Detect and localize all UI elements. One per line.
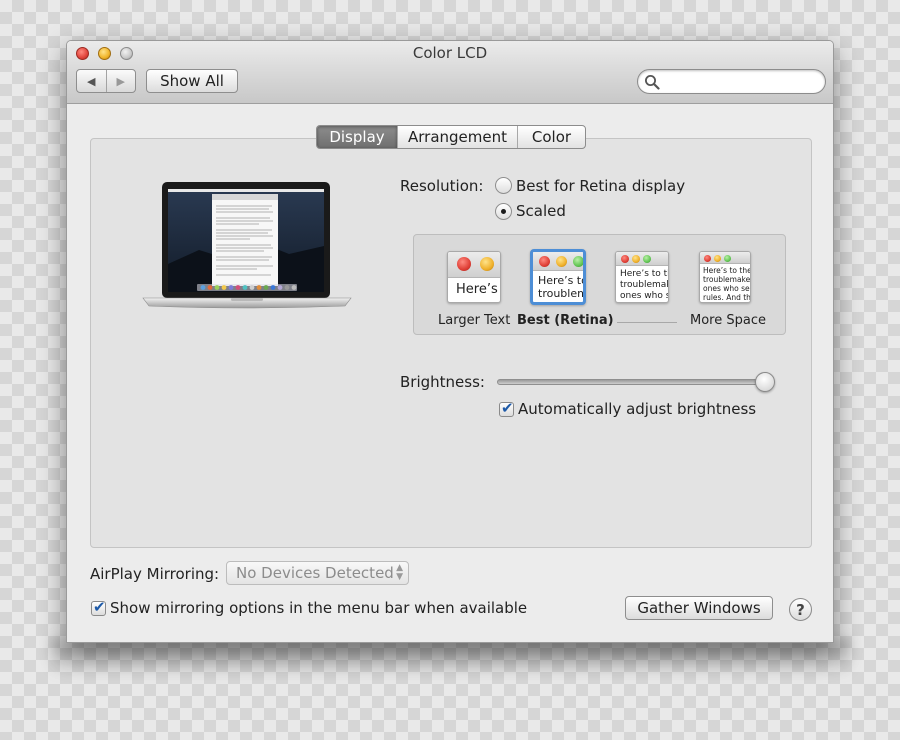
scaled-option-medium[interactable]: Here’s to th troublemak ones who s <box>615 251 669 303</box>
auto-brightness-label[interactable]: Automatically adjust brightness <box>518 400 756 418</box>
radio-best-for-retina[interactable] <box>495 177 512 194</box>
airplay-device-value: No Devices Detected <box>236 564 394 582</box>
popup-arrows-icon: ▲ ▼ <box>396 563 403 582</box>
show-mirroring-label[interactable]: Show mirroring options in the menu bar w… <box>110 599 527 617</box>
help-button[interactable]: ? <box>789 598 812 621</box>
preview-more-space: Here’s to the c troublemakers. ones who … <box>703 266 751 302</box>
scaled-label-more-space: More Space <box>690 313 766 328</box>
preview-best-retina: Here’s to troublem <box>538 274 586 300</box>
radio-scaled[interactable] <box>495 203 512 220</box>
preview-medium: Here’s to th troublemak ones who s <box>620 269 669 301</box>
brightness-slider-knob[interactable] <box>755 372 775 392</box>
window-shadow <box>52 640 850 676</box>
airplay-mirroring-label: AirPlay Mirroring: <box>90 565 220 583</box>
show-mirroring-checkbox[interactable] <box>91 598 106 616</box>
tab-display[interactable]: Display <box>317 126 397 148</box>
auto-brightness-checkbox[interactable] <box>499 399 514 417</box>
scaled-option-larger-text[interactable]: Here’s <box>447 251 501 303</box>
resolution-label: Resolution: <box>400 177 484 195</box>
scaled-label-best-retina: Best (Retina) <box>517 313 614 328</box>
preview-larger-text: Here’s <box>456 282 498 297</box>
tab-color[interactable]: Color <box>517 126 585 148</box>
system-preferences-window: Color LCD ◀ ▶ Show All Display Arrangeme… <box>66 40 834 643</box>
scaled-resolution-chooser: Here’s Larger Text Here’s to troublem Be… <box>413 234 786 335</box>
scaled-option-more-space[interactable]: Here’s to the c troublemakers. ones who … <box>699 251 751 303</box>
title-bar[interactable]: Color LCD ◀ ▶ Show All <box>67 41 833 104</box>
scale-divider <box>617 322 677 323</box>
scaled-label-larger-text: Larger Text <box>438 313 511 328</box>
radio-best-for-retina-label[interactable]: Best for Retina display <box>516 177 685 195</box>
airplay-device-popup[interactable]: No Devices Detected ▲ ▼ <box>226 561 409 585</box>
scaled-option-best-retina[interactable]: Here’s to troublem <box>530 249 586 305</box>
tab-arrangement[interactable]: Arrangement <box>397 126 517 148</box>
forward-arrow-icon[interactable]: ▶ <box>105 70 136 92</box>
brightness-slider-track[interactable] <box>497 379 773 385</box>
brightness-label: Brightness: <box>400 373 485 391</box>
radio-scaled-label[interactable]: Scaled <box>516 202 566 220</box>
window-title: Color LCD <box>412 44 488 62</box>
back-arrow-icon[interactable]: ◀ <box>77 70 106 92</box>
search-input[interactable] <box>637 69 826 94</box>
back-forward-control: ◀ ▶ <box>76 69 136 93</box>
magnifier-icon <box>645 75 660 90</box>
gather-windows-button[interactable]: Gather Windows <box>625 596 773 620</box>
macbook-display-illustration <box>142 182 352 309</box>
tab-bar: Display Arrangement Color <box>316 125 586 149</box>
show-all-button[interactable]: Show All <box>146 69 238 93</box>
